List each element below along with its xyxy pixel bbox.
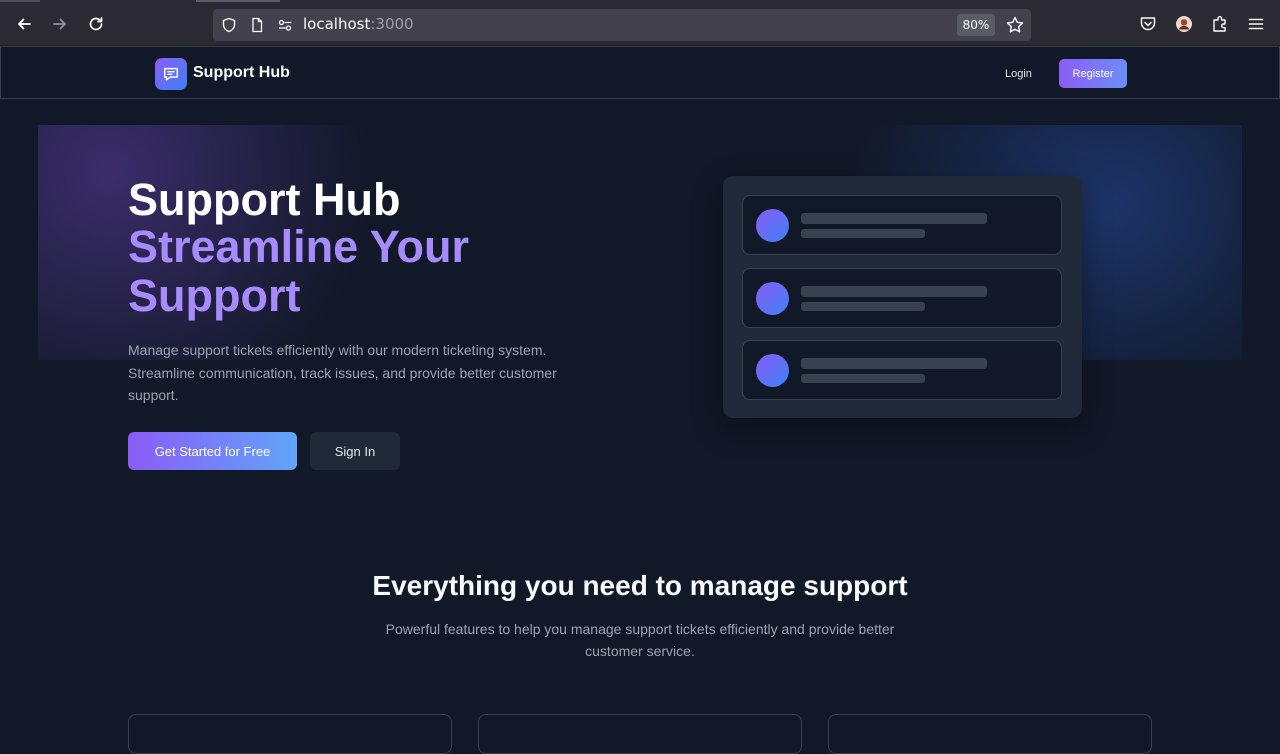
placeholder-line	[801, 229, 925, 238]
hamburger-menu-icon[interactable]	[1246, 14, 1266, 34]
placeholder-line	[801, 302, 925, 311]
url-port: :3000	[370, 15, 414, 33]
extensions-icon[interactable]	[1210, 14, 1230, 34]
hero-description: Manage support tickets efficiently with …	[128, 342, 557, 403]
back-arrow-icon[interactable]	[11, 11, 37, 37]
hero-title: Support Hub	[128, 174, 401, 225]
features-heading: Everything you need to manage support	[372, 570, 908, 601]
avatar	[756, 209, 789, 242]
tab-strip-edge-2	[196, 0, 280, 2]
permissions-icon[interactable]	[277, 17, 293, 33]
features-description: Powerful features to help you manage sup…	[385, 621, 895, 659]
forward-arrow-icon[interactable]	[47, 11, 73, 37]
url-text[interactable]: localhost:3000	[303, 15, 414, 33]
account-icon[interactable]	[1174, 14, 1194, 34]
placeholder-line	[801, 374, 925, 383]
feature-card	[128, 714, 452, 754]
tab-strip-edge	[0, 0, 40, 2]
page-icon[interactable]	[249, 17, 265, 33]
feature-card	[828, 714, 1152, 754]
reload-icon[interactable]	[83, 11, 109, 37]
avatar	[756, 354, 789, 387]
login-link[interactable]: Login	[1005, 68, 1032, 80]
placeholder-line	[801, 358, 987, 369]
pocket-icon[interactable]	[1138, 14, 1158, 34]
ticket-preview-illustration	[723, 176, 1082, 418]
zoom-level-badge[interactable]: 80%	[957, 14, 995, 36]
app-header: Support Hub Login Register	[0, 46, 1280, 99]
sign-in-button[interactable]: Sign In	[310, 432, 400, 470]
brand-name[interactable]: Support Hub	[193, 64, 290, 82]
feature-card	[478, 714, 802, 754]
browser-toolbar: localhost:3000 80%	[0, 0, 1280, 46]
get-started-button[interactable]: Get Started for Free	[128, 432, 297, 470]
register-button[interactable]: Register	[1059, 59, 1127, 88]
address-bar[interactable]: localhost:3000 80%	[213, 9, 1031, 41]
star-icon[interactable]	[1005, 15, 1025, 35]
ticket-preview-row	[742, 195, 1062, 255]
chat-bubble-icon	[163, 67, 179, 81]
placeholder-line	[801, 213, 987, 224]
avatar	[756, 282, 789, 315]
logo[interactable]	[155, 58, 187, 90]
url-host: localhost	[303, 15, 371, 33]
shield-icon[interactable]	[221, 17, 237, 33]
ticket-preview-row	[742, 340, 1062, 400]
hero-subtitle: Streamline Your Support	[128, 221, 469, 321]
placeholder-line	[801, 286, 987, 297]
ticket-preview-row	[742, 268, 1062, 328]
